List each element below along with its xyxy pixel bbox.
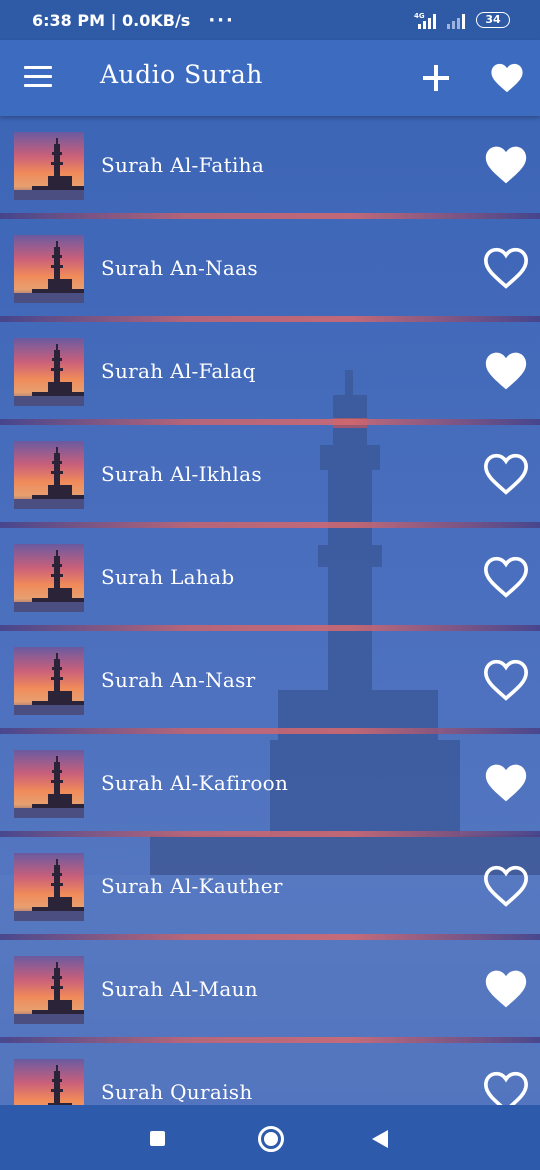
surah-list-item[interactable]: Surah Al-Maun [0,940,540,1037]
favorite-heart-outline-icon[interactable] [484,453,528,495]
lighthouse-thumbnail-image [14,544,84,612]
page-title: Audio Surah [100,60,263,89]
surah-thumbnail [14,750,84,818]
favorite-heart-outline-icon[interactable] [484,247,528,289]
surah-list-item[interactable]: Surah Al-Falaq [0,322,540,419]
favorite-heart-filled-icon[interactable] [484,350,528,392]
recents-button[interactable] [150,1131,165,1146]
surah-name: Surah Al-Maun [101,977,258,1001]
lighthouse-thumbnail-image [14,647,84,715]
surah-name: Surah Lahab [101,565,235,589]
lighthouse-thumbnail-image [14,853,84,921]
lighthouse-thumbnail-image [14,338,84,406]
surah-thumbnail [14,132,84,200]
add-icon[interactable] [420,60,452,96]
surah-name: Surah Quraish [101,1080,253,1104]
lighthouse-thumbnail-image [14,441,84,509]
lighthouse-thumbnail-image [14,235,84,303]
surah-list-item[interactable]: Surah Lahab [0,528,540,625]
surah-list-item[interactable]: Surah Al-Fatiha [0,116,540,213]
lighthouse-thumbnail-image [14,132,84,200]
app-bar: Audio Surah [0,40,540,116]
favorite-heart-outline-icon[interactable] [484,659,528,701]
favorite-heart-outline-icon[interactable] [484,556,528,598]
surah-thumbnail [14,338,84,406]
surah-list: Surah Al-Fatiha Surah An-Naas Surah Al-F… [0,116,540,1140]
lighthouse-thumbnail-image [14,750,84,818]
surah-list-item[interactable]: Surah Al-Ikhlas [0,425,540,522]
lighthouse-thumbnail-image [14,956,84,1024]
more-icon: ··· [208,9,235,31]
network-type: 4G [414,12,425,20]
surah-name: Surah Al-Ikhlas [101,462,262,486]
signal-icon-2 [447,14,465,29]
surah-name: Surah Al-Fatiha [101,153,265,177]
surah-thumbnail [14,441,84,509]
surah-name: Surah Al-Kauther [101,874,283,898]
surah-name: Surah An-Nasr [101,668,256,692]
surah-list-item[interactable]: Surah Al-Kafiroon [0,734,540,831]
favorite-heart-filled-icon[interactable] [484,762,528,804]
surah-name: Surah Al-Falaq [101,359,256,383]
back-button[interactable] [372,1130,388,1148]
surah-list-item[interactable]: Surah An-Naas [0,219,540,316]
status-bar: 6:38 PM | 0.0KB/s ··· 4G 34 [0,0,540,40]
home-button[interactable] [258,1126,284,1152]
system-nav-bar [0,1105,540,1170]
surah-thumbnail [14,956,84,1024]
battery-icon: 34 [476,12,510,28]
surah-list-item[interactable]: Surah Al-Kauther [0,837,540,934]
favorite-heart-filled-icon[interactable] [484,968,528,1010]
favorite-heart-outline-icon[interactable] [484,865,528,907]
surah-name: Surah An-Naas [101,256,258,280]
signal-icon: 4G [414,12,436,29]
favorite-heart-filled-icon[interactable] [484,144,528,186]
surah-thumbnail [14,853,84,921]
favorites-heart-icon[interactable] [490,62,524,94]
status-time: 6:38 PM | 0.0KB/s [32,10,191,30]
menu-icon[interactable] [24,66,52,90]
surah-thumbnail [14,235,84,303]
surah-name: Surah Al-Kafiroon [101,771,289,795]
surah-thumbnail [14,544,84,612]
surah-list-item[interactable]: Surah An-Nasr [0,631,540,728]
surah-thumbnail [14,647,84,715]
